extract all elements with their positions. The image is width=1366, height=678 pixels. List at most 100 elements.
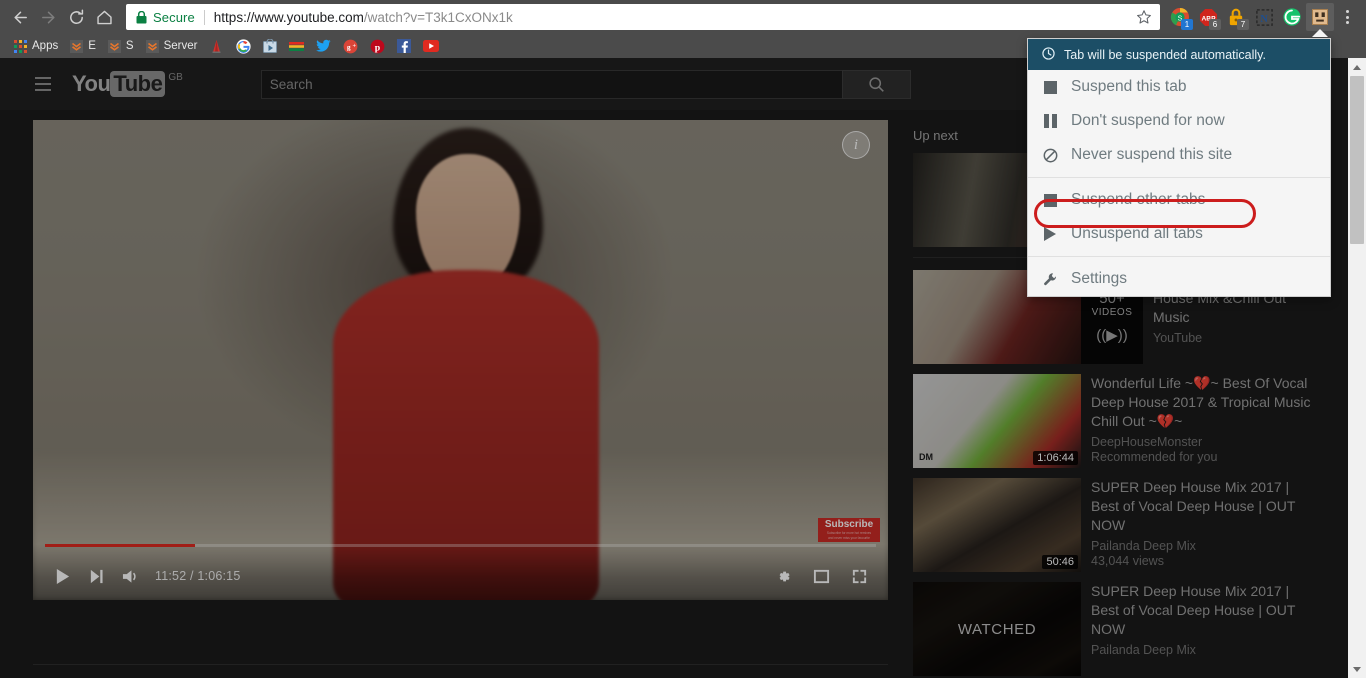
bookmark-label: S: [125, 40, 134, 52]
list-item[interactable]: WATCHED SUPER Deep House Mix 2017 | Best…: [913, 582, 1313, 676]
menu-item-settings[interactable]: Settings: [1028, 262, 1330, 296]
video-subtext: Recommended for you: [1091, 450, 1218, 464]
svg-text:N: N: [1260, 13, 1268, 24]
video-duration: 1:06:44: [1033, 451, 1078, 465]
fullscreen-button[interactable]: [842, 559, 876, 593]
chrome-menu-button[interactable]: [1334, 3, 1360, 31]
youtube-logo[interactable]: You Tube GB: [72, 71, 183, 97]
time-display: 11:52 / 1:06:15: [155, 569, 241, 583]
n-extension-icon[interactable]: N: [1250, 3, 1278, 31]
video-thumbnail[interactable]: WATCHED: [913, 582, 1081, 676]
bookmark-star-icon[interactable]: [1136, 9, 1152, 25]
scrollbar-up-button[interactable]: [1348, 58, 1366, 76]
apache-feather-icon: [209, 39, 224, 54]
right-controls: [766, 559, 876, 593]
video-player[interactable]: i Subscribe Subscribe for more hot remix…: [33, 120, 888, 600]
back-button[interactable]: [6, 3, 34, 31]
secure-label: Secure: [153, 9, 195, 25]
bookmark-google[interactable]: [230, 36, 257, 56]
menu-item-never-suspend-this-site[interactable]: Never suspend this site: [1028, 138, 1330, 172]
volume-icon: [122, 569, 136, 583]
settings-button[interactable]: [766, 559, 800, 593]
video-title-text: SUPER Deep House Mix 2017 | Best of Voca…: [1091, 583, 1296, 637]
great-suspender-icon[interactable]: [1306, 3, 1334, 31]
forward-arrow-icon: [41, 11, 55, 23]
next-icon: [90, 569, 103, 583]
menu-item-dont-suspend-for-now[interactable]: Don't suspend for now: [1028, 104, 1330, 138]
menu-caret: [1312, 29, 1328, 37]
video-info-icon[interactable]: i: [842, 131, 870, 159]
page-scrollbar[interactable]: [1348, 58, 1366, 678]
bookmark-play-store[interactable]: [257, 36, 283, 56]
video-channel: YouTube: [1153, 331, 1203, 345]
bookmark-google-plus[interactable]: g +: [337, 36, 364, 56]
next-video-button[interactable]: [79, 559, 113, 593]
padlock-extension-icon[interactable]: 7: [1222, 3, 1250, 31]
bookmark-server[interactable]: Server: [140, 36, 204, 56]
video-thumbnail[interactable]: DM 1:06:44: [913, 374, 1081, 468]
home-icon: [96, 10, 112, 24]
bookmark-twitter[interactable]: [310, 36, 337, 56]
address-bar[interactable]: Secure https://www.youtube.com/watch?v=T…: [126, 4, 1160, 30]
google-icon: [236, 38, 252, 54]
stop-square-icon: [1042, 80, 1058, 94]
adblock-plus-icon[interactable]: ABP 6: [1194, 3, 1222, 31]
url-path: /watch?v=T3k1CxONx1k: [363, 9, 513, 25]
bookmark-s[interactable]: S: [102, 36, 140, 56]
forward-button[interactable]: [34, 3, 62, 31]
video-channel: Pailanda Deep Mix: [1091, 539, 1196, 553]
title-divider: [33, 664, 888, 665]
chevron-bookmark-icon: [145, 39, 159, 53]
grammarly-icon[interactable]: [1278, 3, 1306, 31]
menu-item-suspend-this-tab[interactable]: Suspend this tab: [1028, 70, 1330, 104]
no-entry-icon: [1042, 148, 1058, 163]
video-meta: SUPER Deep House Mix 2017 | Best of Voca…: [1081, 478, 1313, 572]
back-arrow-icon: [13, 11, 27, 23]
bookmark-youtube[interactable]: [417, 36, 445, 56]
bookmark-e[interactable]: E: [64, 36, 102, 56]
scrollbar-down-button[interactable]: [1348, 660, 1366, 678]
scrollbar-thumb[interactable]: [1350, 76, 1364, 244]
bookmark-pinterest[interactable]: p: [364, 36, 391, 56]
home-button[interactable]: [90, 3, 118, 31]
video-subtext: 43,044 views: [1091, 554, 1164, 568]
extension-badge: 1: [1181, 19, 1193, 30]
search-area: Search: [260, 69, 911, 99]
google-plus-icon: g +: [343, 39, 358, 54]
menu-item-suspend-other-tabs[interactable]: Suspend other tabs: [1028, 183, 1330, 217]
reload-button[interactable]: [62, 3, 90, 31]
video-meta: SUPER Deep House Mix 2017 | Best of Voca…: [1081, 582, 1313, 676]
suspender-status-bar: Tab will be suspended automatically.: [1028, 39, 1330, 70]
video-thumbnail[interactable]: 50:46: [913, 478, 1081, 572]
bookmark-label: Server: [163, 40, 198, 52]
extension-badge: 6: [1209, 19, 1221, 30]
svg-text:p: p: [375, 42, 381, 53]
bookmark-stripes[interactable]: [283, 36, 310, 56]
guide-menu-icon[interactable]: [20, 77, 66, 91]
list-item[interactable]: DM 1:06:44 Wonderful Life ~💔~ Best Of Vo…: [913, 374, 1313, 468]
chrome-green-extension-icon[interactable]: S 1: [1166, 3, 1194, 31]
navigation-bar: Secure https://www.youtube.com/watch?v=T…: [0, 0, 1366, 34]
play-icon: [56, 568, 69, 584]
bookmark-facebook[interactable]: [391, 36, 417, 56]
search-input[interactable]: Search: [260, 69, 842, 99]
bookmark-apps[interactable]: Apps: [8, 36, 64, 56]
menu-item-unsuspend-all-tabs[interactable]: Unsuspend all tabs: [1028, 217, 1330, 251]
extension-badge: 7: [1237, 19, 1249, 30]
player-controls: 11:52 / 1:06:15: [33, 544, 888, 600]
reload-icon: [69, 9, 83, 24]
menu-item-label: Never suspend this site: [1071, 146, 1233, 163]
search-button[interactable]: [841, 69, 911, 99]
stop-square-icon: [1042, 193, 1058, 207]
search-icon: [869, 76, 884, 92]
facebook-icon: [397, 39, 412, 53]
volume-button[interactable]: [113, 559, 147, 593]
theater-mode-button[interactable]: [804, 559, 838, 593]
play-button[interactable]: [45, 559, 79, 593]
bookmark-apache[interactable]: [203, 36, 230, 56]
menu-item-label: Suspend other tabs: [1071, 191, 1206, 208]
list-item[interactable]: 50:46 SUPER Deep House Mix 2017 | Best o…: [913, 478, 1313, 572]
progress-bar[interactable]: [45, 544, 876, 547]
fullscreen-icon: [852, 569, 866, 583]
subscribe-watermark[interactable]: Subscribe Subscribe for more hot remixes…: [818, 518, 880, 542]
